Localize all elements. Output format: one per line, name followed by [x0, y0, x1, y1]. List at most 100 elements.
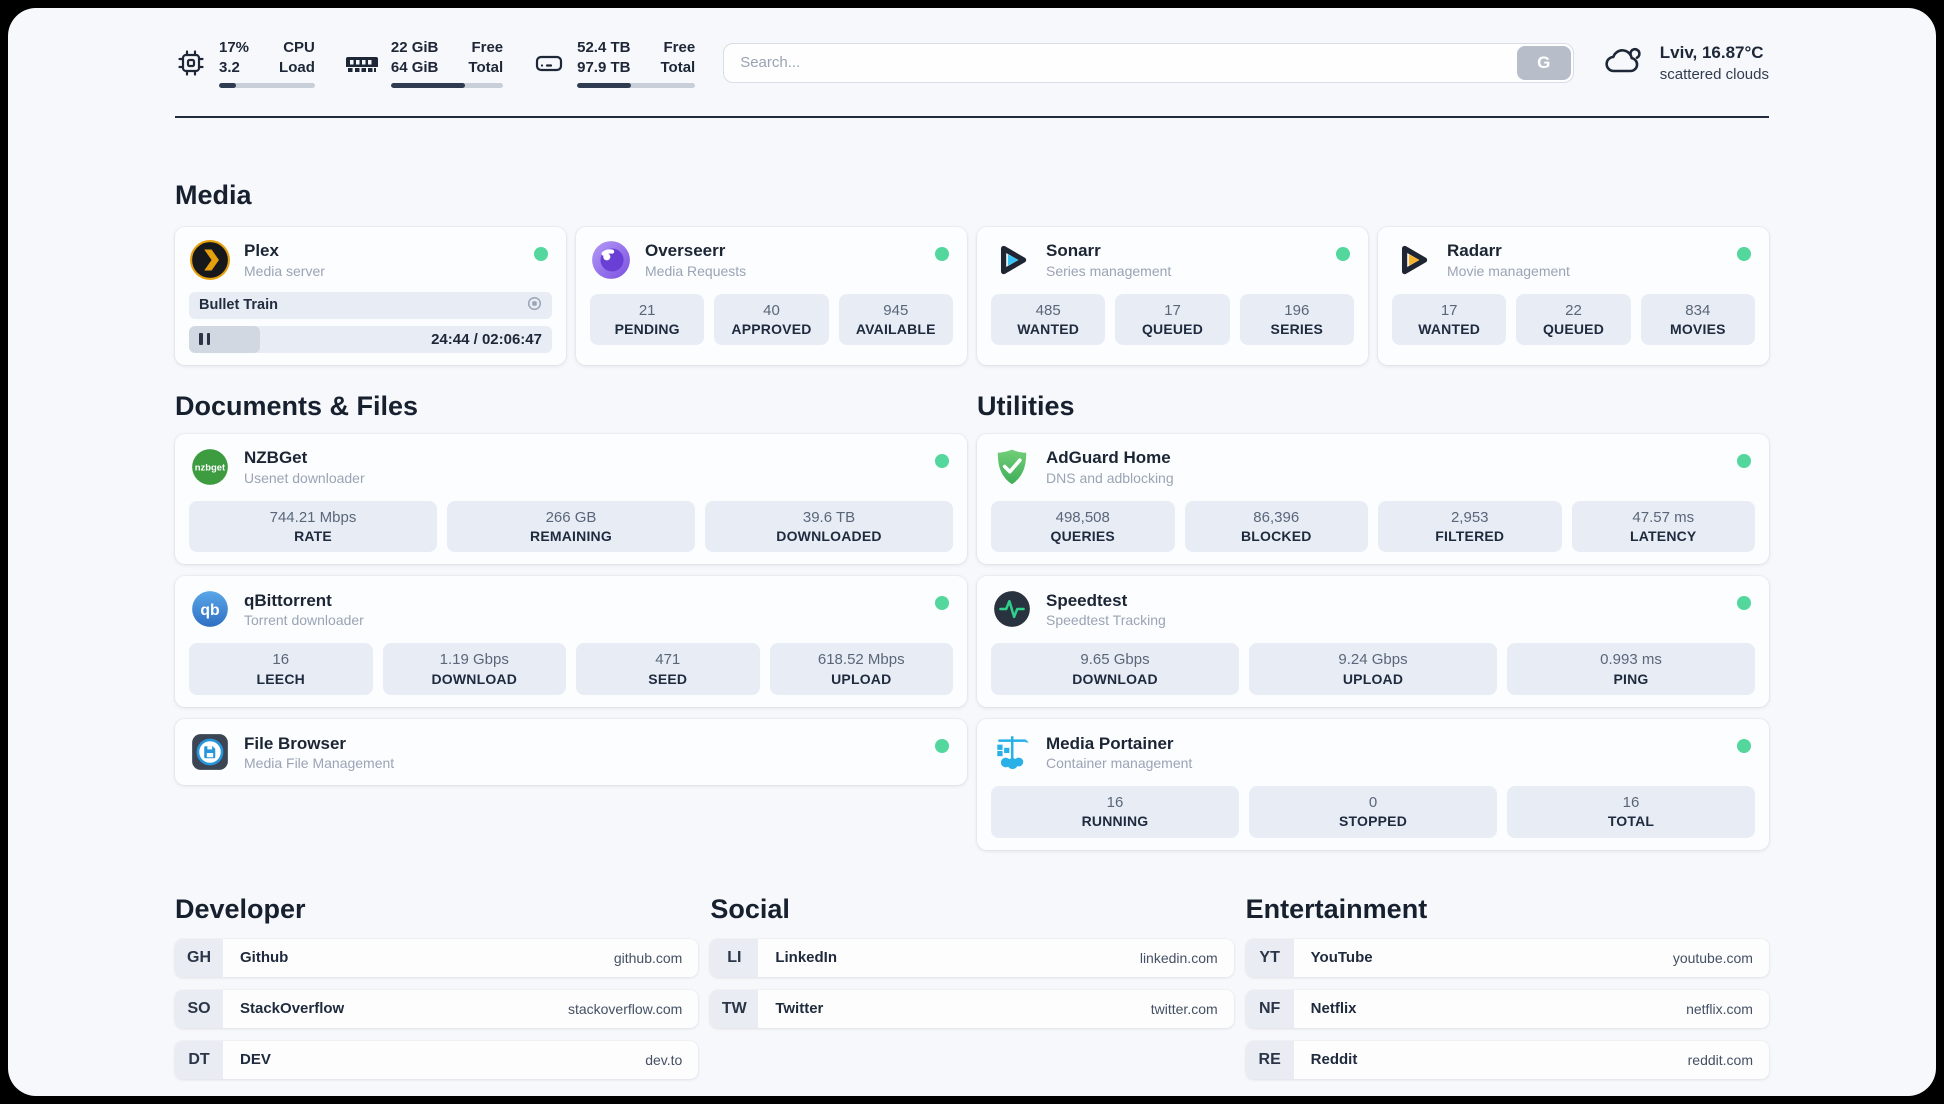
app-card-speedtest[interactable]: Speedtest Speedtest Tracking 9.65 Gbps DO… [977, 576, 1769, 707]
status-dot [935, 738, 949, 753]
bookmark-abbr: DT [175, 1040, 223, 1079]
disk-progress-bar [577, 82, 696, 88]
bookmark-name: Github [240, 949, 289, 967]
bookmark-url: youtube.com [1672, 949, 1753, 966]
app-name: Sonarr [1046, 241, 1101, 261]
app-subtitle: DNS and adblocking [1046, 469, 1174, 486]
app-card-adguard[interactable]: AdGuard Home DNS and adblocking 498,508 Q… [977, 433, 1769, 565]
bookmark-name: DEV [240, 1051, 271, 1069]
ram-free-value: 22 GiB [390, 39, 439, 56]
bookmark-name: YouTube [1310, 949, 1373, 967]
header: 17% 3.2 CPU Load 22 GiB 64 GiB Free Tota… [175, 8, 1769, 88]
speedtest-icon [991, 588, 1033, 630]
svg-text:qb: qb [200, 602, 219, 619]
overseerr-icon [590, 239, 632, 281]
stat-approved: 40 APPROVED [714, 293, 829, 346]
documents-column: Documents & Files nzbget NZBGet Usenet d… [175, 391, 967, 850]
bookmark-abbr: NF [1245, 989, 1294, 1028]
portainer-icon [991, 731, 1033, 773]
bookmark-url: reddit.com [1687, 1051, 1753, 1068]
stat-download: 9.65 Gbps DOWNLOAD [991, 643, 1239, 695]
stat-remaining: 266 GB REMAINING [447, 500, 695, 553]
bookmark-url: twitter.com [1150, 1000, 1218, 1017]
app-subtitle: Usenet downloader [244, 469, 365, 486]
bookmark-reddit[interactable]: RE Reddit reddit.com [1245, 1040, 1769, 1079]
ram-metric: 22 GiB 64 GiB Free Total [345, 38, 504, 88]
stat-running: 16 RUNNING [991, 785, 1239, 838]
app-card-sonarr[interactable]: Sonarr Series management 485 WANTED 17 QUE… [977, 226, 1368, 365]
stat-series: 196 SERIES [1239, 293, 1354, 346]
bookmark-dev[interactable]: DT DEV dev.to [175, 1040, 699, 1079]
radarr-icon [1392, 239, 1434, 281]
app-card-qbittorrent[interactable]: qb qBittorrent Torrent downloader 16 LEEC… [175, 576, 967, 707]
stat-filtered: 2,953 FILTERED [1378, 500, 1562, 553]
header-divider [175, 115, 1769, 118]
section-title-developer: Developer [175, 893, 306, 924]
bookmark-github[interactable]: GH Github github.com [175, 938, 699, 977]
playback-progress-bar[interactable]: 24:44 / 02:06:47 [189, 325, 552, 353]
cpu-load-value: 3.2 [219, 59, 240, 77]
dashboard-page: 17% 3.2 CPU Load 22 GiB 64 GiB Free Tota… [8, 8, 1936, 1096]
bookmark-abbr: TW [710, 989, 759, 1028]
pause-button[interactable] [199, 326, 210, 353]
playback-time: 24:44 / 02:06:47 [431, 330, 542, 348]
stat-queued: 17 QUEUED [1115, 293, 1230, 346]
bookmark-abbr: GH [175, 938, 223, 977]
disk-free-value: 52.4 TB [577, 39, 631, 56]
system-metrics: 17% 3.2 CPU Load 22 GiB 64 GiB Free Tota… [175, 38, 696, 88]
bookmark-twitter[interactable]: TW Twitter twitter.com [710, 989, 1234, 1028]
app-subtitle: Media File Management [244, 755, 395, 771]
disk-total-label: Total [660, 59, 696, 77]
session-icon[interactable] [527, 296, 542, 315]
search-input[interactable] [723, 42, 1574, 83]
status-dot [1737, 738, 1751, 753]
app-name: NZBGet [244, 448, 308, 468]
disk-icon [533, 47, 565, 79]
app-card-overseerr[interactable]: Overseerr Media Requests 21 PENDING 40 APP… [576, 226, 967, 365]
app-name: Radarr [1447, 241, 1502, 261]
disk-total-value: 97.9 TB [577, 59, 631, 77]
app-name: Speedtest [1046, 591, 1128, 611]
app-subtitle: Media server [244, 262, 325, 279]
weather-location-temp: Lviv, 16.87°C [1659, 42, 1764, 62]
bookmark-url: dev.to [645, 1051, 683, 1068]
bookmark-name: StackOverflow [240, 1000, 345, 1018]
search-bar: G [723, 42, 1574, 83]
section-title-documents: Documents & Files [175, 390, 419, 421]
stat-latency: 47.57 ms LATENCY [1571, 500, 1755, 553]
bookmark-abbr: SO [175, 989, 223, 1028]
app-card-nzbget[interactable]: nzbget NZBGet Usenet downloader 744.21 M… [175, 433, 967, 565]
stat-queries: 498,508 QUERIES [991, 500, 1175, 553]
bookmark-url: stackoverflow.com [567, 1000, 683, 1017]
bookmark-linkedin[interactable]: LI LinkedIn linkedin.com [710, 938, 1234, 977]
status-dot [935, 246, 949, 261]
app-subtitle: Speedtest Tracking [1046, 612, 1166, 629]
disk-free-label: Free [663, 39, 696, 56]
bookmark-abbr: LI [710, 938, 759, 977]
cpu-usage: 17% [219, 39, 250, 56]
app-subtitle: Series management [1046, 262, 1172, 279]
qbittorrent-icon: qb [189, 588, 231, 630]
search-engine-button[interactable]: G [1516, 45, 1571, 80]
now-playing-title: Bullet Train [199, 297, 278, 313]
bookmark-abbr: YT [1245, 938, 1294, 977]
stat-available: 945 AVAILABLE [838, 293, 953, 346]
ram-total-value: 64 GiB [390, 59, 439, 77]
bookmark-group-social: Social LI LinkedIn linkedin.com TW Twitt… [710, 894, 1234, 1092]
stat-wanted: 485 WANTED [991, 293, 1106, 346]
stat-queued: 22 QUEUED [1516, 293, 1631, 346]
bookmark-stackoverflow[interactable]: SO StackOverflow stackoverflow.com [175, 989, 699, 1028]
plex-icon [189, 239, 231, 281]
bookmark-youtube[interactable]: YT YouTube youtube.com [1245, 938, 1769, 977]
app-card-filebrowser[interactable]: File Browser Media File Management [175, 718, 967, 785]
stat-seed: 471 SEED [576, 643, 760, 695]
app-name: qBittorrent [244, 591, 332, 611]
app-subtitle: Torrent downloader [244, 612, 364, 629]
stat-blocked: 86,396 BLOCKED [1184, 500, 1368, 553]
ram-progress-bar [390, 82, 504, 88]
ram-icon [345, 47, 379, 79]
app-card-plex[interactable]: Plex Media server Bullet Train 24:44 / 0… [175, 226, 566, 365]
bookmark-netflix[interactable]: NF Netflix netflix.com [1245, 989, 1769, 1028]
app-card-portainer[interactable]: Media Portainer Container management 16 R… [977, 718, 1769, 850]
app-card-radarr[interactable]: Radarr Movie management 17 WANTED 22 QUEUE… [1378, 226, 1769, 365]
